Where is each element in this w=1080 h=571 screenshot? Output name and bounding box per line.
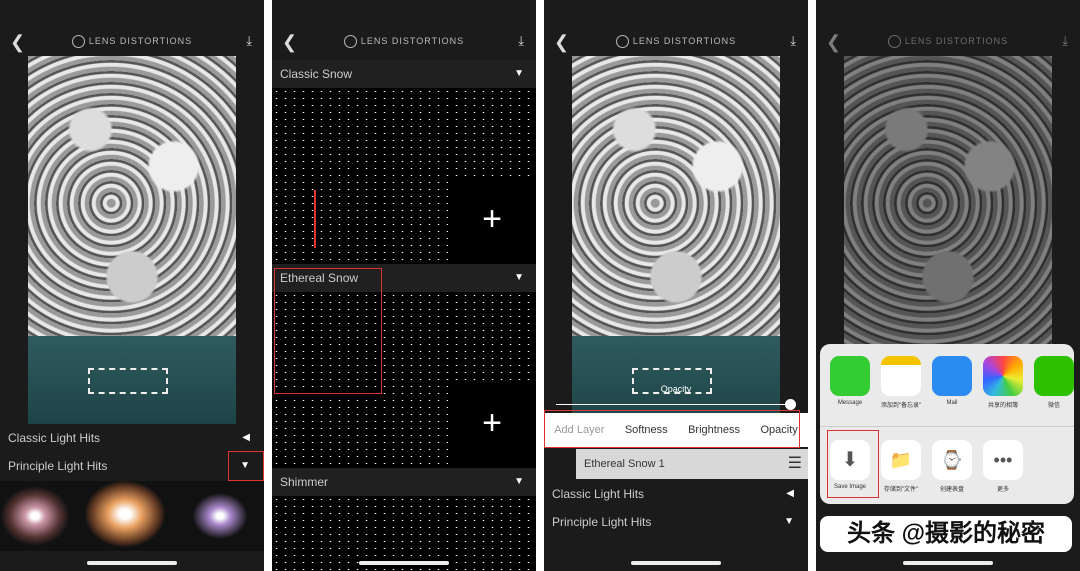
more-icon: ••• [983,440,1023,480]
home-indicator [631,561,721,565]
download-icon[interactable]: ⤓ [1062,33,1068,49]
share-wechat[interactable]: 微信 [1034,356,1074,409]
app-logo: LENS DISTORTIONS [272,35,536,48]
photo-preview [572,56,780,424]
highlight-box [544,410,800,448]
share-photos[interactable]: 共享的相簿 [983,356,1023,409]
screen-3: ❮ LENS DISTORTIONS ⤓ Opacity Add Layer S… [544,0,808,571]
watch-icon: ⌚ [932,440,972,480]
expand-arrow-icon[interactable]: ▼ [514,60,524,88]
divider [820,426,1074,427]
row-label: Principle Light Hits [552,515,652,529]
share-notes[interactable]: 添加到"备忘录" [881,356,921,409]
share-message[interactable]: Message [830,356,870,406]
row-classic-light-hits[interactable]: Classic Light Hits ◀ [0,424,264,452]
section-classic-snow[interactable]: Classic Snow ▼ [272,60,536,88]
logo-text: LENS DISTORTIONS [360,35,465,46]
add-icon[interactable]: + [448,176,536,264]
slider-label: Opacity [660,384,692,394]
wechat-icon [1034,356,1074,396]
create-watch-face-button[interactable]: ⌚ 创建表盘 [932,440,972,493]
screen-4: ❮ LENS DISTORTIONS ⤓ Message 添加到"备忘录" Ma… [816,0,1080,571]
header: ❮ LENS DISTORTIONS ⤓ [0,30,264,54]
row-label: Principle Light Hits [8,459,108,473]
app-logo: LENS DISTORTIONS [544,35,808,48]
row-principle-light-hits[interactable]: Principle Light Hits ▼ [544,508,808,536]
more-button[interactable]: ••• 更多 [983,440,1023,493]
download-icon[interactable]: ⤓ [790,33,796,49]
highlight-box [228,451,264,481]
section-label: Shimmer [280,475,329,489]
app-logo: LENS DISTORTIONS [0,35,264,48]
highlight-box [274,268,382,394]
logo-text: LENS DISTORTIONS [88,35,193,46]
header: ❮ LENS DISTORTIONS ⤓ [544,30,808,54]
message-icon [830,356,870,396]
header: ❮ LENS DISTORTIONS ⤓ [816,30,1080,54]
logo-text: LENS DISTORTIONS [904,35,1009,46]
slider-handle[interactable] [785,399,796,410]
folder-icon: 📁 [881,440,921,480]
home-indicator [87,561,177,565]
highlight-box [827,430,879,498]
share-mail[interactable]: Mail [932,356,972,406]
expand-arrow-icon[interactable]: ▼ [784,508,794,536]
opacity-slider[interactable] [556,404,792,405]
notes-icon [881,356,921,396]
section-label: Classic Snow [280,67,353,81]
photos-icon [983,356,1023,396]
app-label: 添加到"备忘录" [880,403,922,409]
share-sheet: Message 添加到"备忘录" Mail 共享的相簿 微信 ⬇ Save Ima… [820,344,1074,504]
app-label: 共享的相簿 [987,403,1018,409]
screen-1: ❮ LENS DISTORTIONS ⤓ Classic Light Hits ◀… [0,0,264,571]
layer-item[interactable]: Ethereal Snow 1 ☰ [576,449,808,479]
action-label: 创建表盘 [939,487,964,493]
app-logo: LENS DISTORTIONS [816,35,1080,48]
collapse-arrow-icon[interactable]: ◀ [786,480,794,508]
app-label: Mail [946,400,958,406]
save-to-files-button[interactable]: 📁 存储到"文件" [881,440,921,493]
download-icon[interactable]: ⤓ [246,33,252,49]
expand-arrow-icon[interactable]: ▼ [514,264,524,292]
expand-arrow-icon[interactable]: ▼ [514,468,524,496]
app-label: Message [837,400,863,406]
mail-icon [932,356,972,396]
photo-preview [28,56,236,424]
row-classic-light-hits[interactable]: Classic Light Hits ◀ [544,480,808,508]
screen-2: ❮ LENS DISTORTIONS ⤓ Classic Snow ▼ + Eth… [272,0,536,571]
light-hits-thumbnails [0,481,264,551]
row-label: Classic Light Hits [8,431,101,445]
row-principle-light-hits[interactable]: Principle Light Hits ▼ [0,452,264,480]
action-label: 更多 [996,487,1009,493]
home-indicator [359,561,449,565]
watermark: 头条 @摄影的秘密 [820,516,1072,552]
section-shimmer[interactable]: Shimmer ▼ [272,468,536,496]
app-label: 微信 [1047,403,1060,409]
logo-text: LENS DISTORTIONS [632,35,737,46]
layer-name: Ethereal Snow 1 [584,458,665,470]
download-icon[interactable]: ⤓ [518,33,524,49]
row-label: Classic Light Hits [552,487,645,501]
home-indicator [903,561,993,565]
arrow-annotation [314,190,316,248]
action-label: 存储到"文件" [883,487,919,493]
collapse-arrow-icon[interactable]: ◀ [242,424,250,452]
reorder-icon[interactable]: ☰ [788,449,802,479]
add-icon[interactable]: + [448,380,536,468]
snow-thumbnail[interactable] [272,496,536,571]
header: ❮ LENS DISTORTIONS ⤓ [272,30,536,54]
